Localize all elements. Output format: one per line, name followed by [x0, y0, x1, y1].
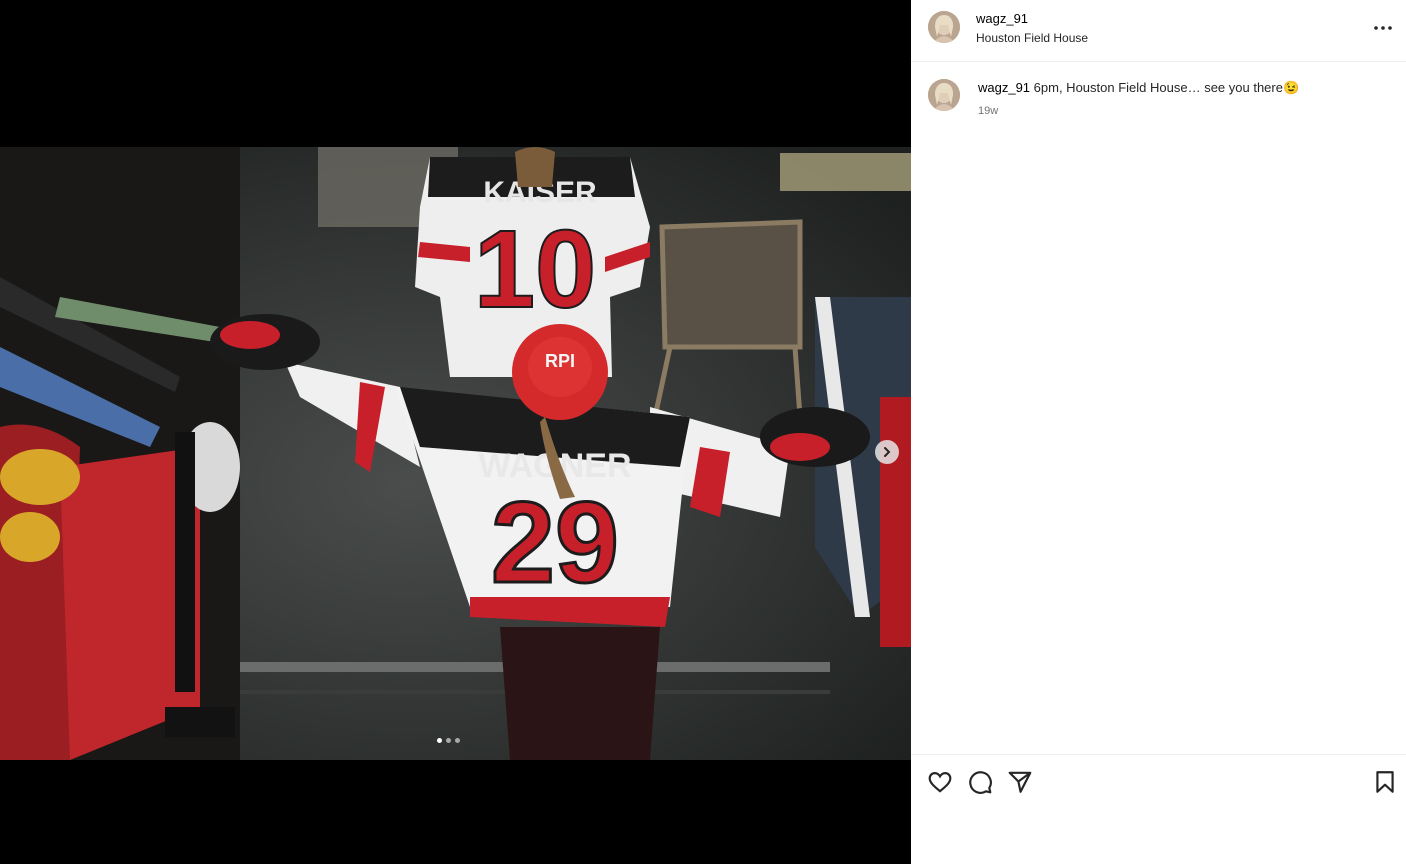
- jersey-number-29: 29: [491, 479, 619, 607]
- carousel-dot: [437, 738, 442, 743]
- caption-timestamp[interactable]: 19w: [978, 105, 998, 117]
- caption-body: 6pm, Houston Field House… see you there😉: [1033, 80, 1300, 95]
- avatar-image: [928, 11, 960, 43]
- comment-button[interactable]: [967, 769, 993, 795]
- like-button[interactable]: [927, 769, 953, 795]
- post-details-panel: wagz_91 Houston Field House wagz_91 6pm,…: [911, 0, 1406, 864]
- post-photo[interactable]: KAISER 10 29 RPI: [0, 147, 911, 760]
- caption-username[interactable]: wagz_91: [978, 80, 1030, 95]
- send-icon: [1008, 771, 1032, 793]
- helmet-logo: RPI: [545, 351, 575, 371]
- avatar-image: [928, 79, 960, 111]
- jersey-number-10: 10: [474, 208, 596, 331]
- post-actions: [911, 754, 1406, 864]
- avatar[interactable]: [928, 79, 960, 111]
- carousel-dot: [455, 738, 460, 743]
- post-username[interactable]: wagz_91: [976, 11, 1028, 26]
- post-location[interactable]: Houston Field House: [976, 31, 1088, 45]
- chevron-right-icon: [884, 447, 891, 457]
- carousel-next-button[interactable]: [875, 440, 899, 464]
- post-media: KAISER 10 29 RPI: [0, 0, 911, 864]
- carousel-indicator: [437, 738, 460, 743]
- more-options-button[interactable]: [1371, 18, 1395, 38]
- save-button[interactable]: [1372, 769, 1398, 795]
- share-button[interactable]: [1007, 769, 1033, 795]
- carousel-dot: [446, 738, 451, 743]
- bookmark-icon: [1376, 771, 1394, 793]
- comment-icon: [969, 771, 992, 794]
- hockey-photo-illustration: KAISER 10 29 RPI: [0, 147, 911, 760]
- caption-text: wagz_91 6pm, Houston Field House… see yo…: [978, 80, 1299, 96]
- post-header: wagz_91 Houston Field House: [911, 0, 1406, 62]
- avatar[interactable]: [928, 11, 960, 43]
- heart-icon: [928, 772, 952, 793]
- more-horizontal-icon: [1374, 26, 1392, 30]
